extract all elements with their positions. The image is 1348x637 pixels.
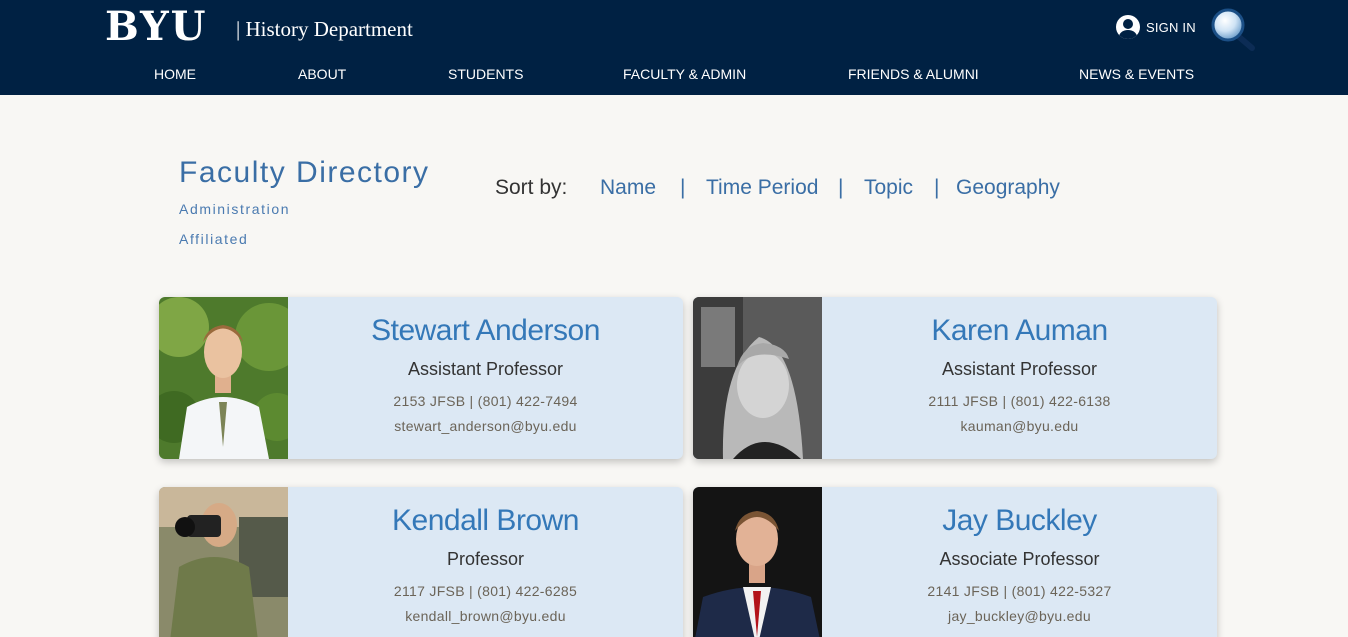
administration-link[interactable]: Administration <box>179 201 290 217</box>
sort-topic[interactable]: Topic <box>864 176 913 200</box>
page-title: Faculty Directory <box>179 156 430 189</box>
faculty-info: Kendall Brown Professor 2117 JFSB | (801… <box>288 487 683 637</box>
nav-students[interactable]: STUDENTS <box>448 66 523 82</box>
faculty-email[interactable]: kendall_brown@byu.edu <box>288 608 683 624</box>
faculty-office: 2117 JFSB | (801) 422-6285 <box>393 583 578 599</box>
site-header: BYU | History Department SIGN IN HOME AB… <box>0 0 1348 95</box>
faculty-title: Associate Professor <box>939 549 1100 569</box>
sort-name[interactable]: Name <box>600 176 656 200</box>
faculty-info: Karen Auman Assistant Professor 2111 JFS… <box>822 297 1217 459</box>
sort-separator: | <box>934 176 940 199</box>
faculty-info: Stewart Anderson Assistant Professor 215… <box>288 297 683 459</box>
faculty-office: 2141 JFSB | (801) 422-5327 <box>927 583 1112 599</box>
nav-friends-alumni[interactable]: FRIENDS & ALUMNI <box>848 66 979 82</box>
faculty-card[interactable]: Kendall Brown Professor 2117 JFSB | (801… <box>159 487 683 637</box>
faculty-email[interactable]: stewart_anderson@byu.edu <box>288 418 683 434</box>
faculty-card[interactable]: Jay Buckley Associate Professor 2141 JFS… <box>693 487 1217 637</box>
faculty-title: Professor <box>446 549 525 569</box>
faculty-office: 2111 JFSB | (801) 422-6138 <box>928 393 1111 409</box>
faculty-name[interactable]: Karen Auman <box>822 314 1217 348</box>
faculty-photo <box>159 297 288 459</box>
user-icon <box>1116 15 1140 39</box>
faculty-name[interactable]: Stewart Anderson <box>288 314 683 348</box>
faculty-email[interactable]: jay_buckley@byu.edu <box>822 608 1217 624</box>
nav-news-events[interactable]: NEWS & EVENTS <box>1079 66 1194 82</box>
sort-by-label: Sort by: <box>495 176 568 199</box>
faculty-info: Jay Buckley Associate Professor 2141 JFS… <box>822 487 1217 637</box>
sort-time-period[interactable]: Time Period <box>706 176 818 200</box>
faculty-card[interactable]: Karen Auman Assistant Professor 2111 JFS… <box>693 297 1217 459</box>
search-icon[interactable] <box>1208 6 1256 54</box>
affiliated-link[interactable]: Affiliated <box>179 231 248 247</box>
faculty-title: Assistant Professor <box>941 359 1098 379</box>
faculty-photo <box>159 487 288 637</box>
faculty-photo <box>693 297 822 459</box>
faculty-office: 2153 JFSB | (801) 422-7494 <box>393 393 578 409</box>
sort-separator: | <box>680 176 686 199</box>
nav-home[interactable]: HOME <box>154 66 196 82</box>
nav-about[interactable]: ABOUT <box>298 66 346 82</box>
faculty-name[interactable]: Kendall Brown <box>288 504 683 538</box>
sort-geography[interactable]: Geography <box>956 176 1060 200</box>
faculty-email[interactable]: kauman@byu.edu <box>822 418 1217 434</box>
main-nav: HOME ABOUT STUDENTS FACULTY & ADMIN FRIE… <box>0 66 1348 88</box>
faculty-title: Assistant Professor <box>407 359 564 379</box>
faculty-photo <box>693 487 822 637</box>
sign-in-button[interactable]: SIGN IN <box>1116 14 1196 40</box>
department-name[interactable]: | History Department <box>236 17 413 41</box>
sign-in-label: SIGN IN <box>1146 19 1196 35</box>
faculty-name[interactable]: Jay Buckley <box>822 504 1217 538</box>
byu-logo[interactable]: BYU <box>105 5 208 49</box>
sort-separator: | <box>838 176 844 199</box>
nav-faculty-admin[interactable]: FACULTY & ADMIN <box>623 66 746 82</box>
faculty-card[interactable]: Stewart Anderson Assistant Professor 215… <box>159 297 683 459</box>
